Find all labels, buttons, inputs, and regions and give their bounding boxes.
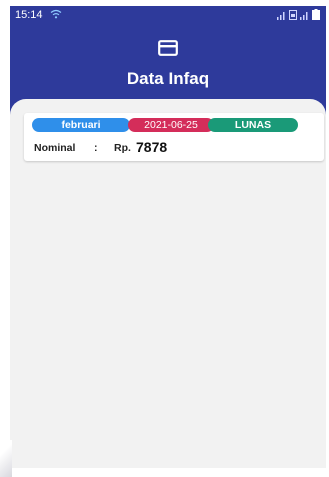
status-icons: [277, 9, 320, 20]
month-badge: februari: [32, 118, 130, 132]
content-area: februari 2021-06-25 LUNAS Nominal : Rp. …: [10, 99, 326, 468]
nominal-label: Nominal: [34, 142, 76, 154]
card-icon: [158, 40, 178, 56]
date-badge: 2021-06-25: [128, 118, 214, 132]
sim-icon: [289, 10, 297, 20]
nominal-row: Nominal : Rp. 7878: [34, 139, 314, 156]
phone-screen: 15:14 Data Infaq februari 2021-06-25 LUN…: [0, 0, 329, 477]
status-time: 15:14: [15, 9, 43, 21]
infaq-record-card[interactable]: februari 2021-06-25 LUNAS Nominal : Rp. …: [24, 113, 324, 161]
nominal-currency: Rp.: [114, 142, 131, 154]
battery-icon: [312, 9, 320, 20]
wifi-icon: [50, 9, 62, 19]
corner-shadow: [0, 440, 12, 477]
page-title: Data Infaq: [126, 69, 210, 88]
app-screen: 15:14 Data Infaq februari 2021-06-25 LUN…: [10, 6, 326, 468]
nominal-separator: :: [94, 142, 98, 154]
record-badges: februari 2021-06-25 LUNAS: [32, 118, 298, 132]
status-badge: LUNAS: [208, 118, 298, 132]
nominal-amount: 7878: [136, 139, 168, 155]
signal-icon: [300, 12, 308, 20]
status-bar: 15:14: [10, 6, 326, 26]
signal-icon: [277, 12, 285, 20]
